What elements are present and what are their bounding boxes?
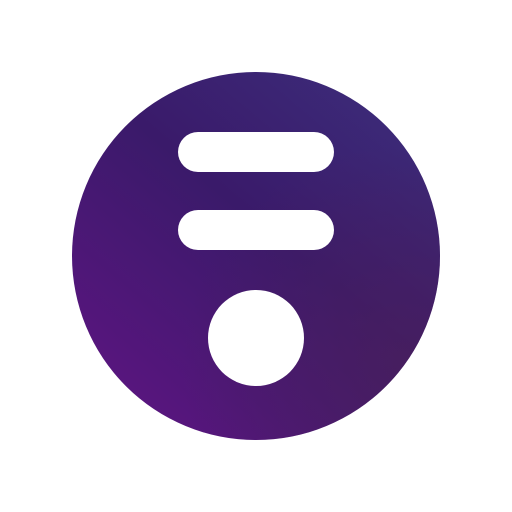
- logo-bar-middle: [178, 210, 334, 250]
- logo-bar-top: [178, 132, 334, 172]
- logo-dot: [208, 290, 304, 386]
- app-logo-icon: [72, 72, 440, 440]
- app-logo-canvas: [0, 0, 512, 512]
